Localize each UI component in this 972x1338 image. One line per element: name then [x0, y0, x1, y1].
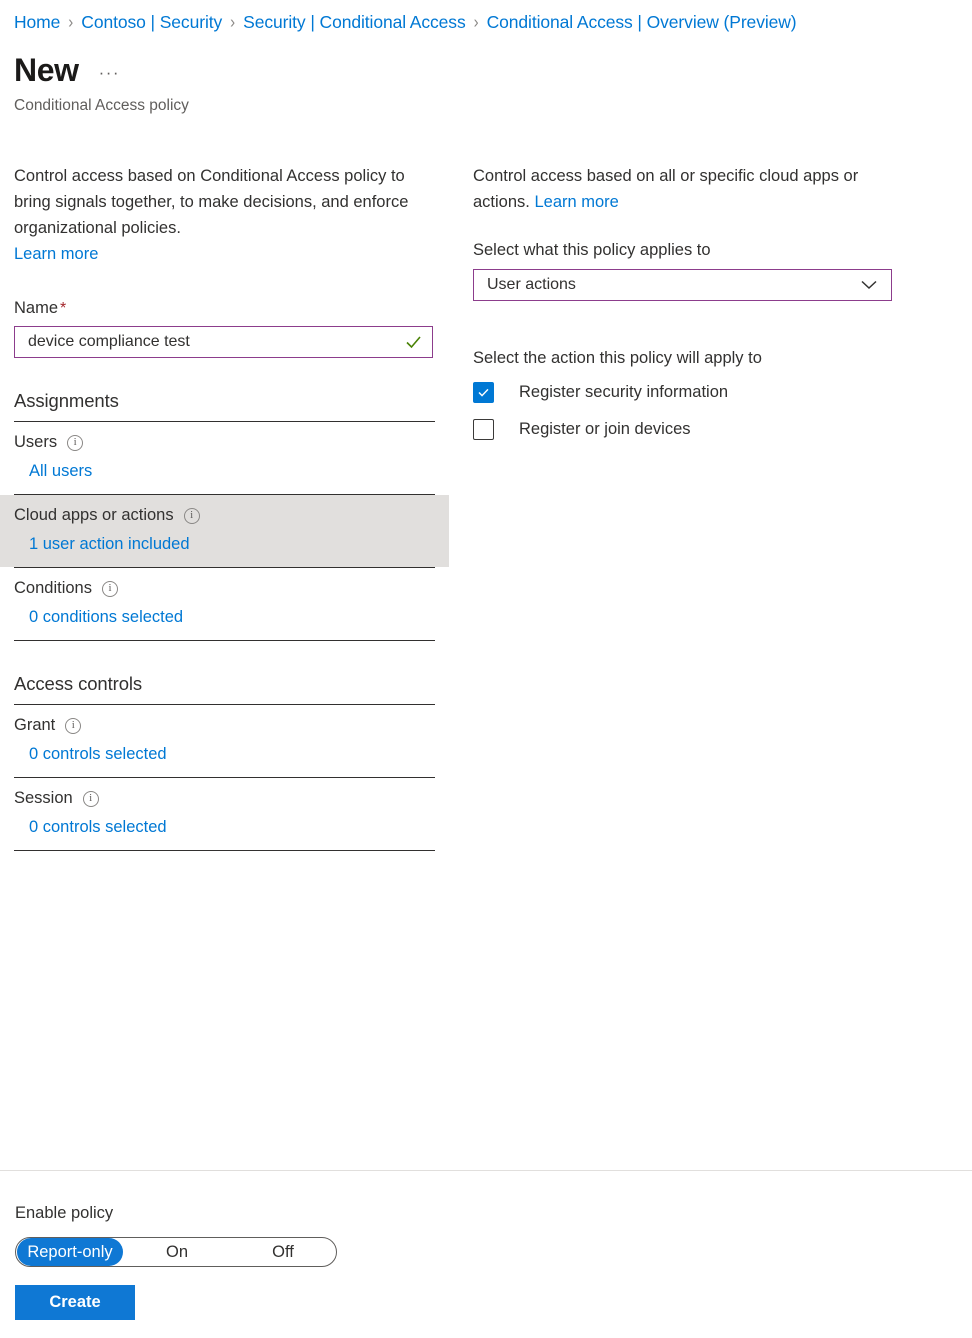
- assignment-title-text: Cloud apps or actions: [14, 506, 174, 524]
- page-title: New: [14, 52, 79, 88]
- cloud-apps-intro-text: Control access based on all or specific …: [473, 163, 894, 215]
- policy-details-column: Control access based on Conditional Acce…: [0, 163, 449, 851]
- access-row-value[interactable]: 0 controls selected: [29, 745, 435, 764]
- policy-intro-body: Control access based on Conditional Acce…: [14, 167, 409, 237]
- breadcrumb: Home › Contoso | Security › Security | C…: [14, 9, 972, 35]
- breadcrumb-separator-icon: ›: [68, 12, 74, 32]
- toggle-option-on[interactable]: On: [124, 1238, 230, 1266]
- name-label-text: Name: [14, 299, 59, 317]
- access-controls-heading: Access controls: [14, 673, 143, 694]
- assignment-row-title: Cloud apps or actions i: [14, 506, 449, 525]
- breadcrumb-separator-icon: ›: [473, 12, 479, 32]
- assignments-heading: Assignments: [14, 390, 119, 411]
- assignment-row-cloud-apps-or-actions[interactable]: Cloud apps or actions i 1 user action in…: [0, 495, 449, 567]
- breadcrumb-item-contoso-security[interactable]: Contoso | Security: [81, 12, 222, 33]
- create-button[interactable]: Create: [15, 1285, 135, 1320]
- enable-policy-toggle[interactable]: Report-only On Off: [15, 1237, 337, 1267]
- assignment-row-value[interactable]: 1 user action included: [29, 535, 449, 554]
- access-title-text: Session: [14, 789, 73, 807]
- assignment-row-users[interactable]: Users i All users: [14, 422, 435, 494]
- footer-divider: [0, 1170, 972, 1171]
- chevron-down-icon: [861, 280, 877, 290]
- assignment-row-value[interactable]: 0 conditions selected: [29, 608, 435, 627]
- policy-applies-to-label: Select what this policy applies to: [473, 241, 711, 259]
- assignment-row-conditions[interactable]: Conditions i 0 conditions selected: [14, 568, 435, 640]
- breadcrumb-item-home[interactable]: Home: [14, 12, 60, 33]
- info-icon[interactable]: i: [101, 580, 118, 597]
- cloud-apps-panel: Control access based on all or specific …: [473, 163, 894, 456]
- cloud-apps-learn-more-link[interactable]: Learn more: [534, 193, 618, 211]
- info-icon[interactable]: i: [183, 507, 200, 524]
- assignment-row-value[interactable]: All users: [29, 462, 435, 481]
- name-field-label: Name *: [14, 299, 435, 318]
- checkmark-icon: [478, 388, 489, 397]
- checkbox-label: Register or join devices: [519, 420, 691, 438]
- toggle-option-off[interactable]: Off: [230, 1238, 336, 1266]
- checkbox-register-or-join-devices[interactable]: [473, 419, 494, 440]
- assignment-row-title: Users i: [14, 433, 435, 452]
- checkbox-row-register-security-information[interactable]: Register security information: [473, 382, 894, 403]
- enable-policy-label: Enable policy: [15, 1204, 114, 1222]
- access-row-title: Grant i: [14, 716, 435, 735]
- breadcrumb-item-conditional-access-overview[interactable]: Conditional Access | Overview (Preview): [487, 12, 797, 33]
- info-icon[interactable]: i: [65, 717, 82, 734]
- policy-applies-to-value: User actions: [487, 276, 576, 293]
- page-subtitle: Conditional Access policy: [14, 97, 189, 114]
- breadcrumb-item-security-conditional-access[interactable]: Security | Conditional Access: [243, 12, 466, 33]
- access-row-title: Session i: [14, 789, 435, 808]
- page-header: New ···: [14, 50, 120, 90]
- cloud-apps-intro-body: Control access based on all or specific …: [473, 167, 859, 211]
- access-row-grant[interactable]: Grant i 0 controls selected: [14, 705, 435, 777]
- breadcrumb-separator-icon: ›: [230, 12, 236, 32]
- more-options-icon[interactable]: ···: [99, 64, 120, 81]
- section-divider: [14, 850, 435, 851]
- assignment-row-title: Conditions i: [14, 579, 435, 598]
- name-input[interactable]: [15, 327, 432, 357]
- policy-applies-to-select[interactable]: User actions: [473, 269, 892, 301]
- checkbox-label: Register security information: [519, 383, 729, 401]
- policy-actions-label: Select the action this policy will apply…: [473, 349, 762, 367]
- section-divider: [14, 640, 435, 641]
- checkbox-register-security-information[interactable]: [473, 382, 494, 403]
- access-title-text: Grant: [14, 716, 56, 734]
- policy-intro-learn-more-link[interactable]: Learn more: [14, 245, 98, 263]
- assignment-title-text: Conditions: [14, 579, 92, 597]
- checkbox-row-register-or-join-devices[interactable]: Register or join devices: [473, 419, 894, 440]
- policy-intro-text: Control access based on Conditional Acce…: [14, 163, 435, 267]
- required-marker: *: [60, 300, 67, 317]
- toggle-option-report-only[interactable]: Report-only: [17, 1238, 123, 1266]
- assignment-title-text: Users: [14, 433, 58, 451]
- name-input-wrapper[interactable]: [14, 326, 433, 358]
- info-icon[interactable]: i: [67, 434, 84, 451]
- info-icon[interactable]: i: [82, 790, 99, 807]
- access-row-session[interactable]: Session i 0 controls selected: [14, 778, 435, 850]
- access-row-value[interactable]: 0 controls selected: [29, 818, 435, 837]
